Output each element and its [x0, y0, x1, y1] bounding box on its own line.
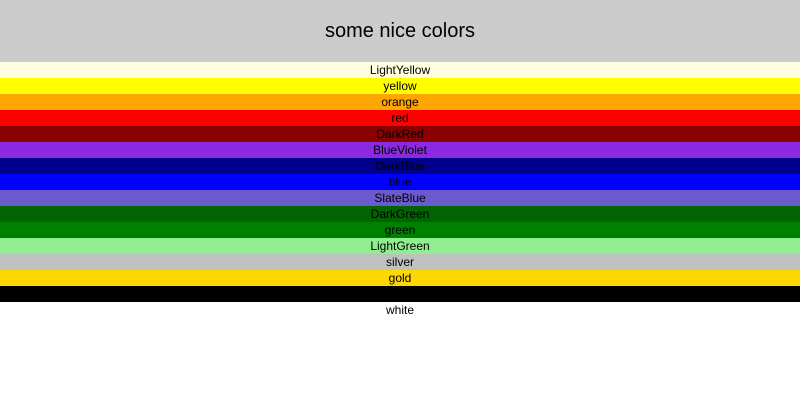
color-stripe: blue — [0, 174, 800, 190]
color-stripe-list: LightYellow yellow orange red DarkRed Bl… — [0, 62, 800, 318]
color-stripe-label: red — [391, 111, 409, 125]
color-stripe: LightYellow — [0, 62, 800, 78]
color-stripe-label: orange — [381, 95, 419, 109]
color-stripe-label: green — [384, 223, 416, 237]
color-stripe: green — [0, 222, 800, 238]
color-stripe-label: DarkBlue — [375, 159, 425, 173]
color-stripe-label: silver — [385, 255, 414, 269]
color-stripe: DarkBlue — [0, 158, 800, 174]
color-stripe-label: yellow — [383, 79, 417, 93]
title-banner: some nice colors — [0, 0, 800, 62]
color-stripe-label: LightYellow — [369, 63, 431, 77]
color-stripe: yellow — [0, 78, 800, 94]
color-stripe: DarkRed — [0, 126, 800, 142]
color-stripe-label: white — [385, 303, 414, 317]
color-stripe: silver — [0, 254, 800, 270]
color-stripe-label: DarkRed — [376, 127, 424, 141]
color-stripe: SlateBlue — [0, 190, 800, 206]
color-stripe: LightGreen — [0, 238, 800, 254]
color-stripe-label: SlateBlue — [374, 191, 426, 205]
color-stripe: white — [0, 302, 800, 318]
color-stripe: gold — [0, 270, 800, 286]
color-stripe: orange — [0, 94, 800, 110]
color-stripe-label: blue — [388, 175, 412, 189]
color-stripe-label: BlueViolet — [373, 143, 427, 157]
color-stripe-label: black — [385, 287, 414, 301]
color-stripe: black — [0, 286, 800, 302]
color-stripe: DarkGreen — [0, 206, 800, 222]
color-stripe-label: gold — [388, 271, 412, 285]
color-stripe-label: DarkGreen — [370, 207, 430, 221]
color-stripe: red — [0, 110, 800, 126]
color-stripe: BlueViolet — [0, 142, 800, 158]
color-stripe-label: LightGreen — [370, 239, 430, 253]
page-title: some nice colors — [324, 20, 476, 42]
